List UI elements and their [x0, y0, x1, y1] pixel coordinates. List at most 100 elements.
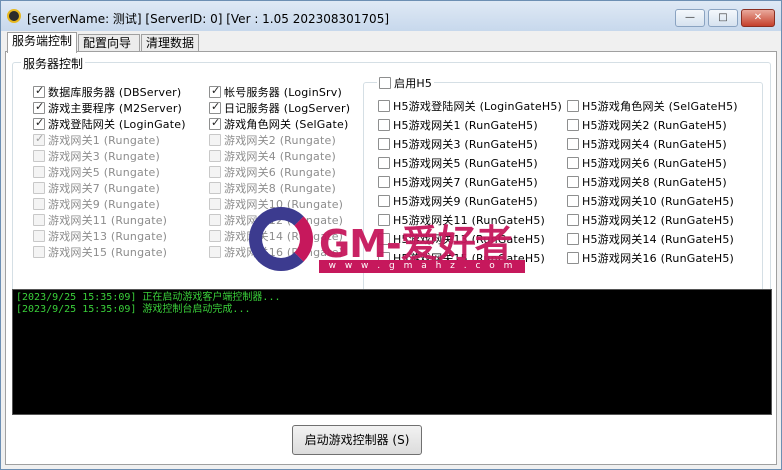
- checkbox-label: 日记服务器 (LogServer): [224, 102, 351, 115]
- checkbox-box[interactable]: [567, 252, 579, 264]
- checkbox-box[interactable]: [567, 119, 579, 131]
- h5-gate-checkbox[interactable]: H5游戏网关6 (RunGateH5): [567, 156, 727, 170]
- server-checkbox[interactable]: 游戏角色网关 (SelGate): [209, 116, 349, 131]
- checkbox-box[interactable]: [33, 166, 45, 178]
- checkbox-box[interactable]: [33, 132, 45, 146]
- h5-enable-checkbox[interactable]: 启用H5: [377, 75, 435, 91]
- checkbox-box[interactable]: [209, 182, 221, 194]
- h5-gate-checkbox[interactable]: H5游戏网关5 (RunGateH5): [378, 156, 538, 170]
- h5-gate-checkbox[interactable]: H5游戏网关16 (RunGateH5): [567, 251, 734, 265]
- checkbox-label: H5游戏网关15 (RunGateH5): [393, 252, 546, 265]
- server-checkbox[interactable]: 游戏主要程序 (M2Server): [33, 100, 182, 115]
- checkbox-box[interactable]: [567, 138, 579, 150]
- server-checkbox[interactable]: 游戏网关8 (Rungate): [209, 181, 336, 195]
- checkbox-box[interactable]: [209, 116, 221, 130]
- server-checkbox[interactable]: 游戏网关16 (Rungate): [209, 245, 343, 259]
- checkbox-box[interactable]: [378, 252, 390, 264]
- server-checkbox[interactable]: 游戏网关15 (Rungate): [33, 245, 167, 259]
- checkbox-box[interactable]: [33, 182, 45, 194]
- checkbox-box[interactable]: [378, 233, 390, 245]
- server-checkbox[interactable]: 游戏网关5 (Rungate): [33, 165, 160, 179]
- checkbox-box[interactable]: [33, 214, 45, 226]
- h5-gate-checkbox[interactable]: H5游戏网关2 (RunGateH5): [567, 118, 727, 132]
- maximize-button[interactable]: □: [708, 9, 738, 27]
- checkbox-box[interactable]: [378, 119, 390, 131]
- checkbox-box[interactable]: [209, 150, 221, 162]
- server-checkbox[interactable]: 游戏网关13 (Rungate): [33, 229, 167, 243]
- checkbox-box[interactable]: [209, 230, 221, 242]
- h5-gate-checkbox[interactable]: H5游戏网关1 (RunGateH5): [378, 118, 538, 132]
- server-checkbox[interactable]: 帐号服务器 (LoginSrv): [209, 84, 342, 99]
- h5-gate-checkbox[interactable]: H5游戏网关7 (RunGateH5): [378, 175, 538, 189]
- checkbox-box[interactable]: [33, 230, 45, 242]
- checkbox-box[interactable]: [209, 134, 221, 146]
- server-checkbox[interactable]: 日记服务器 (LogServer): [209, 100, 351, 115]
- checkbox-label: H5游戏网关9 (RunGateH5): [393, 195, 538, 208]
- checkbox-box[interactable]: [33, 150, 45, 162]
- checkbox-box[interactable]: [209, 166, 221, 178]
- checkbox-box[interactable]: [378, 176, 390, 188]
- checkbox-box[interactable]: [567, 195, 579, 207]
- server-checkbox[interactable]: 游戏网关11 (Rungate): [33, 213, 167, 227]
- tab-config-wizard[interactable]: 配置向导: [78, 34, 140, 52]
- h5-gate-checkbox[interactable]: H5游戏网关8 (RunGateH5): [567, 175, 727, 189]
- start-controller-button[interactable]: 启动游戏控制器 (S): [292, 425, 422, 455]
- server-checkbox[interactable]: 游戏网关7 (Rungate): [33, 181, 160, 195]
- checkbox-box[interactable]: [209, 246, 221, 258]
- server-checkbox[interactable]: 游戏网关12 (Rungate): [209, 213, 343, 227]
- checkbox-label: H5游戏网关12 (RunGateH5): [582, 214, 735, 227]
- h5-gate-checkbox[interactable]: H5游戏登陆网关 (LoginGateH5): [378, 99, 562, 113]
- h5-gate-checkbox[interactable]: H5游戏网关14 (RunGateH5): [567, 232, 734, 246]
- server-checkbox[interactable]: 游戏网关6 (Rungate): [209, 165, 336, 179]
- minimize-button[interactable]: —: [675, 9, 705, 27]
- h5-enable-box[interactable]: [379, 77, 391, 89]
- server-checkbox[interactable]: 游戏网关4 (Rungate): [209, 149, 336, 163]
- checkbox-box[interactable]: [378, 214, 390, 226]
- checkbox-label: H5游戏网关1 (RunGateH5): [393, 119, 538, 132]
- checkbox-label: 游戏角色网关 (SelGate): [224, 118, 349, 131]
- h5-gate-checkbox[interactable]: H5游戏网关3 (RunGateH5): [378, 137, 538, 151]
- checkbox-box[interactable]: [33, 246, 45, 258]
- checkbox-box[interactable]: [567, 214, 579, 226]
- checkbox-box[interactable]: [567, 176, 579, 188]
- checkbox-box[interactable]: [33, 84, 45, 98]
- h5-gate-checkbox[interactable]: H5游戏网关11 (RunGateH5): [378, 213, 545, 227]
- h5-gate-checkbox[interactable]: H5游戏网关9 (RunGateH5): [378, 194, 538, 208]
- checkbox-box[interactable]: [209, 214, 221, 226]
- checkbox-label: 游戏网关11 (Rungate): [48, 214, 168, 227]
- checkbox-box[interactable]: [378, 195, 390, 207]
- close-button[interactable]: ✕: [741, 9, 775, 27]
- checkbox-label: H5游戏网关16 (RunGateH5): [582, 252, 735, 265]
- server-checkbox[interactable]: 游戏网关9 (Rungate): [33, 197, 160, 211]
- server-checkbox[interactable]: 游戏网关14 (Rungate): [209, 229, 343, 243]
- server-checkbox[interactable]: 游戏网关10 (Rungate): [209, 197, 343, 211]
- h5-gate-checkbox[interactable]: H5游戏网关10 (RunGateH5): [567, 194, 734, 208]
- checkbox-box[interactable]: [567, 100, 579, 112]
- checkbox-box[interactable]: [33, 100, 45, 114]
- title-bar[interactable]: [serverName: 测试] [ServerID: 0] [Ver : 1.…: [1, 1, 781, 31]
- checkbox-box[interactable]: [567, 157, 579, 169]
- server-checkbox[interactable]: 游戏网关2 (Rungate): [209, 133, 336, 147]
- h5-gate-checkbox[interactable]: H5游戏网关12 (RunGateH5): [567, 213, 734, 227]
- h5-gate-checkbox[interactable]: H5游戏网关15 (RunGateH5): [378, 251, 545, 265]
- tab-clean-data[interactable]: 清理数据: [141, 34, 199, 52]
- server-checkbox[interactable]: 游戏网关1 (Rungate): [33, 132, 160, 147]
- server-checkbox[interactable]: 游戏登陆网关 (LoginGate): [33, 116, 186, 131]
- checkbox-box[interactable]: [378, 100, 390, 112]
- checkbox-box[interactable]: [378, 157, 390, 169]
- checkbox-box[interactable]: [209, 198, 221, 210]
- server-checkbox[interactable]: 数据库服务器 (DBServer): [33, 84, 181, 99]
- checkbox-box[interactable]: [33, 116, 45, 130]
- checkbox-box[interactable]: [33, 198, 45, 210]
- checkbox-box[interactable]: [378, 138, 390, 150]
- h5-gate-checkbox[interactable]: H5游戏角色网关 (SelGateH5): [567, 99, 738, 113]
- h5-gate-checkbox[interactable]: H5游戏网关4 (RunGateH5): [567, 137, 727, 151]
- server-checkbox[interactable]: 游戏网关3 (Rungate): [33, 149, 160, 163]
- h5-gate-checkbox[interactable]: H5游戏网关13 (RunGateH5): [378, 232, 545, 246]
- tab-server-control[interactable]: 服务端控制: [7, 32, 77, 53]
- checkbox-box[interactable]: [209, 100, 221, 114]
- checkbox-box[interactable]: [567, 233, 579, 245]
- checkbox-label: H5游戏网关8 (RunGateH5): [582, 176, 727, 189]
- log-console[interactable]: [2023/9/25 15:35:09] 正在启动游戏客户端控制器... [20…: [12, 289, 772, 415]
- checkbox-box[interactable]: [209, 84, 221, 98]
